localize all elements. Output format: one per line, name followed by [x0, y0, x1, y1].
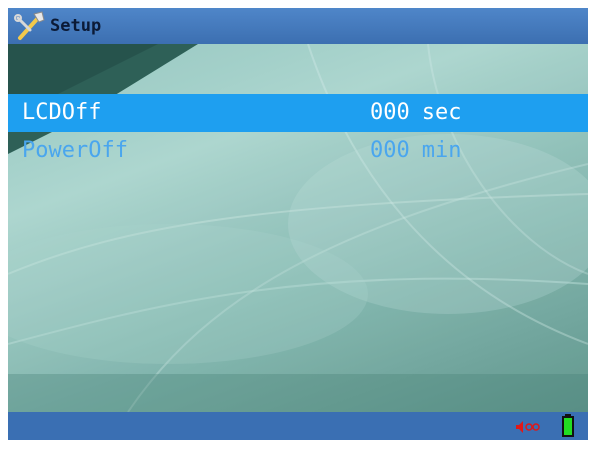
value-unit: sec [421, 100, 462, 125]
menu-item-lcdoff[interactable]: LCDOff 000 sec [8, 94, 588, 132]
menu-item-poweroff[interactable]: PowerOff 000 min [8, 132, 588, 170]
settings-panel: LCDOff 000 sec PowerOff 000 min [8, 44, 588, 412]
title-bar: Setup [8, 8, 588, 44]
menu-item-value: 000 sec [370, 100, 462, 125]
page-title: Setup [50, 16, 102, 36]
menu-item-value: 000 min [370, 138, 462, 163]
speaker-muted-icon [516, 421, 540, 433]
tools-icon [14, 11, 45, 40]
menu-item-label: LCDOff [22, 100, 102, 125]
value-number: 000 [370, 100, 410, 125]
value-unit: min [421, 138, 462, 163]
status-bar [8, 412, 588, 440]
menu-item-label: PowerOff [22, 138, 128, 163]
value-number: 000 [370, 138, 410, 163]
battery-icon [562, 414, 574, 437]
device-screen: Setup LCDOff 000 sec PowerOff 000 min [8, 8, 588, 440]
